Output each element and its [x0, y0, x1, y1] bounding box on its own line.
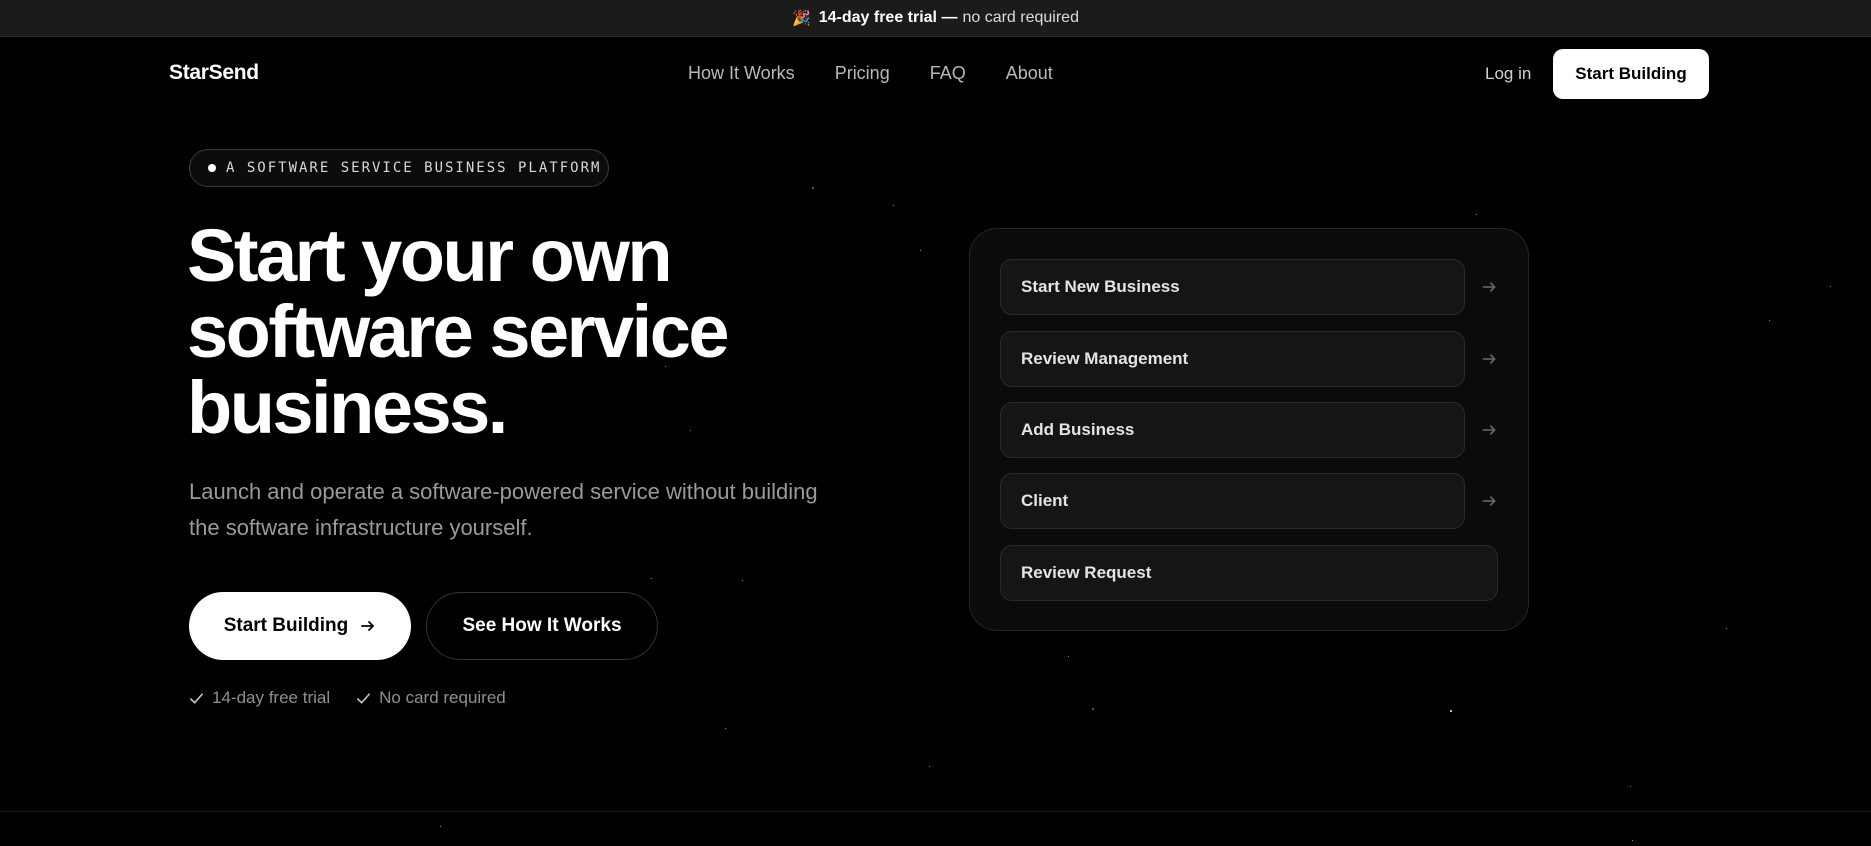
arrow-right-icon	[1482, 496, 1496, 506]
workflow-step-client[interactable]: Client	[1000, 473, 1465, 529]
perks-list: 14-day free trial No card required	[189, 688, 506, 708]
announcement-text: no card required	[962, 9, 1079, 26]
check-icon	[357, 692, 371, 704]
header-start-building-button[interactable]: Start Building	[1553, 49, 1709, 99]
start-building-button[interactable]: Start Building	[189, 592, 411, 660]
start-building-label: Start Building	[223, 615, 349, 636]
nav-how-it-works[interactable]: How It Works	[688, 63, 795, 84]
perk-label: 14-day free trial	[212, 688, 331, 707]
arrow-right-icon	[361, 621, 375, 631]
badge-text: A SOFTWARE SERVICE BUSINESS PLATFORM	[226, 160, 602, 176]
workflow-step-review-request[interactable]: Review Request	[1000, 545, 1498, 601]
section-divider	[0, 811, 1871, 812]
nav-pricing[interactable]: Pricing	[835, 63, 890, 84]
hero-title-line-1: Start your own	[187, 214, 673, 297]
announcement-bar: 🎉 14-day free trial — no card required	[0, 0, 1871, 37]
nav-about[interactable]: About	[1006, 63, 1053, 84]
hero-subtitle: Launch and operate a software-powered se…	[189, 479, 818, 540]
nav-faq[interactable]: FAQ	[930, 63, 966, 84]
hero-title-line-2: software service	[187, 290, 730, 373]
check-icon	[190, 692, 203, 704]
perk-item: 14-day free trial	[189, 688, 330, 708]
workflow-step-start-new-business[interactable]: Start New Business	[1000, 259, 1465, 315]
hero-title: Start your own software service business…	[187, 218, 887, 446]
perk-label: No card required	[379, 688, 506, 707]
arrow-right-icon	[1482, 282, 1496, 292]
party-popper-icon: 🎉	[792, 10, 811, 27]
hero-title-line-3: business.	[187, 366, 508, 449]
see-how-it-works-button[interactable]: See How It Works	[426, 592, 658, 660]
platform-badge: A SOFTWARE SERVICE BUSINESS PLATFORM	[189, 149, 609, 187]
announcement-highlight: 14-day free trial —	[818, 9, 958, 26]
perk-item: No card required	[356, 688, 506, 708]
arrow-right-icon	[1482, 425, 1496, 435]
badge-dot-icon	[208, 164, 216, 172]
page: 🎉 14-day free trial — no card required S…	[0, 0, 1871, 846]
workflow-step-add-business[interactable]: Add Business	[1000, 402, 1465, 458]
login-link[interactable]: Log in	[1485, 64, 1531, 84]
arrow-right-icon	[1482, 354, 1496, 364]
workflow-step-review-management[interactable]: Review Management	[1000, 331, 1465, 387]
logo[interactable]: StarSend	[169, 61, 259, 85]
main-nav: How It Works Pricing FAQ About	[688, 63, 1053, 84]
